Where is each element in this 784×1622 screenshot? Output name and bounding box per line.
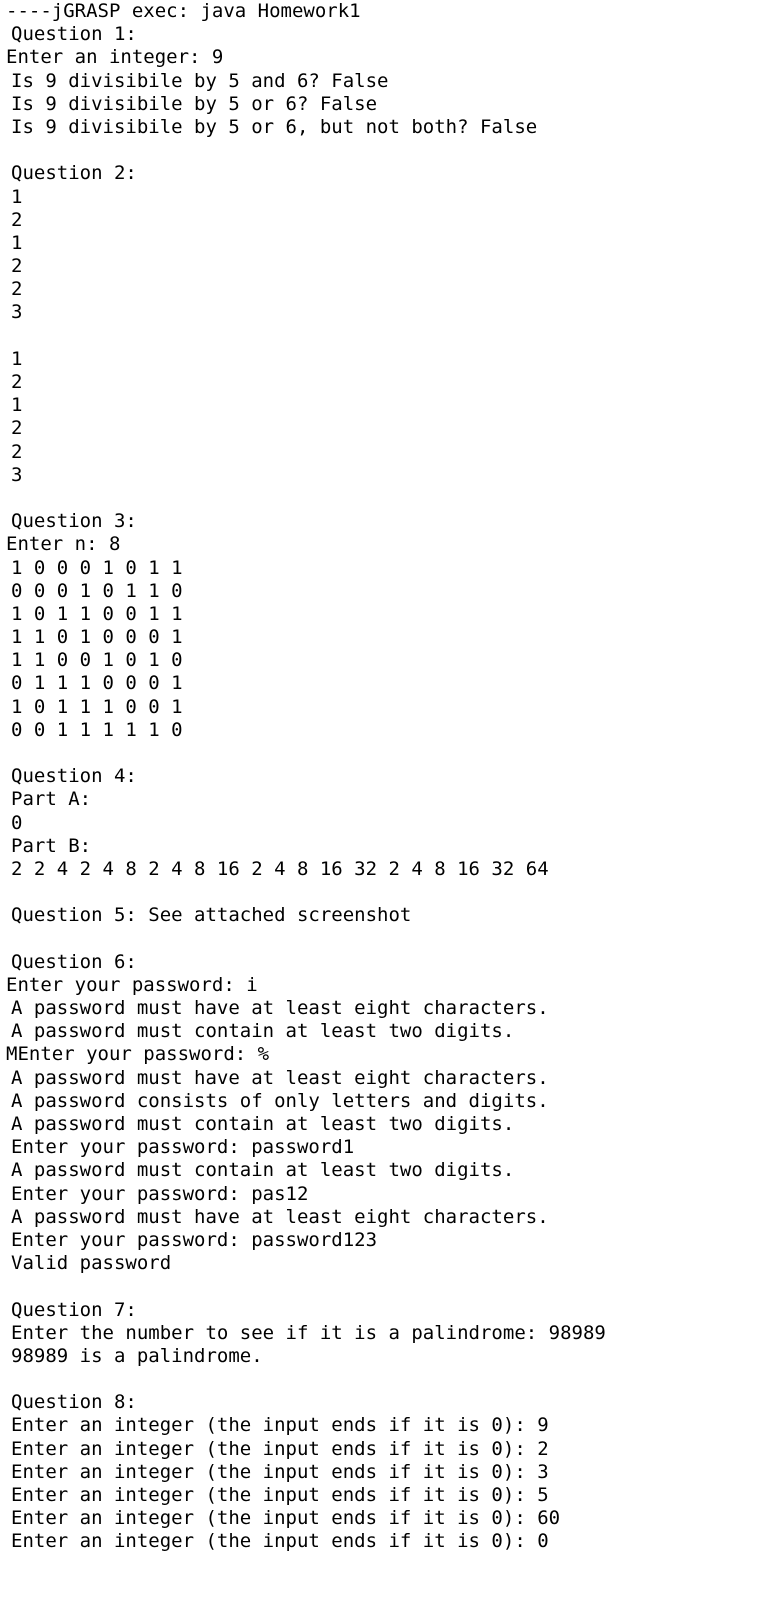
console-line: Question 6: xyxy=(11,950,137,973)
console-line: Enter your password: password1 xyxy=(11,1136,355,1159)
console-line: Part B: xyxy=(11,834,92,857)
console-line: Question 2: xyxy=(11,162,137,185)
console-line: Enter n: 8 xyxy=(6,533,121,556)
console-line: A password must have at least eight char… xyxy=(11,997,549,1020)
console-line: 2 xyxy=(11,417,23,440)
console-line: 1 0 1 1 0 0 1 1 xyxy=(11,602,183,625)
console-line: 2 xyxy=(11,255,23,278)
console-line: Question 5: See attached screenshot xyxy=(11,904,412,927)
console-line: A password must contain at least two dig… xyxy=(11,1113,515,1135)
console-line: 1 xyxy=(11,347,23,370)
console-line: 2 xyxy=(11,208,23,231)
console-line: A password must have at least eight char… xyxy=(11,1066,549,1089)
console-line: Valid password xyxy=(11,1252,172,1275)
console-line: Enter your password: password123 xyxy=(11,1228,378,1251)
console-line: ----jGRASP exec: java Homework1 xyxy=(6,0,361,22)
console-line: A password must contain at least two dig… xyxy=(11,1020,515,1043)
console-line: Is 9 divisibile by 5 or 6? False xyxy=(11,92,378,115)
console-line: 2 xyxy=(11,278,23,301)
console-line: 2 2 4 2 4 8 2 4 8 16 2 4 8 16 32 2 4 8 1… xyxy=(11,857,549,880)
console-line: Enter an integer (the input ends if it i… xyxy=(11,1484,549,1506)
console-line: MEnter your password: % xyxy=(6,1043,270,1066)
console-line: Question 7: xyxy=(11,1298,137,1321)
console-line: Enter your password: i xyxy=(6,973,258,996)
console-line: 3 xyxy=(11,301,23,324)
console-line: Is 9 divisibile by 5 or 6, but not both?… xyxy=(11,115,538,138)
console-line: 3 xyxy=(11,463,23,486)
console-line: A password must have at least eight char… xyxy=(11,1205,549,1228)
console-line: 0 xyxy=(11,811,23,834)
console-line: Question 3: xyxy=(11,510,137,533)
console-line: 0 0 0 1 0 1 1 0 xyxy=(11,579,183,602)
console-line: Is 9 divisibile by 5 and 6? False xyxy=(11,69,389,92)
console-line: A password consists of only letters and … xyxy=(11,1089,549,1112)
console-line: Enter an integer (the input ends if it i… xyxy=(11,1460,549,1483)
console-line: 0 1 1 1 0 0 0 1 xyxy=(11,672,183,695)
console-line: Part A: xyxy=(11,788,92,811)
console-line: Enter an integer (the input ends if it i… xyxy=(11,1437,549,1460)
console-line: 1 xyxy=(11,394,23,417)
console-line: Enter the number to see if it is a palin… xyxy=(11,1321,606,1344)
console-line: 2 xyxy=(11,371,23,393)
console-line: Enter an integer (the input ends if it i… xyxy=(11,1507,561,1530)
console-line: Question 1: xyxy=(11,23,137,46)
console-line: Enter an integer (the input ends if it i… xyxy=(11,1530,549,1553)
console-line: 1 xyxy=(11,185,23,208)
console-line: 2 xyxy=(11,440,23,463)
console-line: 1 0 0 0 1 0 1 1 xyxy=(11,556,183,579)
console-line: 1 1 0 1 0 0 0 1 xyxy=(11,626,183,649)
console-output[interactable]: ----jGRASP exec: java Homework1 Question … xyxy=(0,0,784,1622)
console-line: Question 8: xyxy=(11,1391,137,1414)
console-line: 1 0 1 1 1 0 0 1 xyxy=(11,695,183,718)
console-line: A password must contain at least two dig… xyxy=(11,1159,515,1182)
console-line: Enter an integer: 9 xyxy=(6,46,224,69)
console-line: 1 1 0 0 1 0 1 0 xyxy=(11,649,183,672)
console-line: Enter your password: pas12 xyxy=(11,1182,309,1205)
console-line: 1 xyxy=(11,231,23,254)
console-line: 0 0 1 1 1 1 1 0 xyxy=(11,718,183,741)
console-line: 98989 is a palindrome. xyxy=(11,1344,263,1367)
console-line: Enter an integer (the input ends if it i… xyxy=(11,1414,549,1437)
console-line: Question 4: xyxy=(11,765,137,788)
